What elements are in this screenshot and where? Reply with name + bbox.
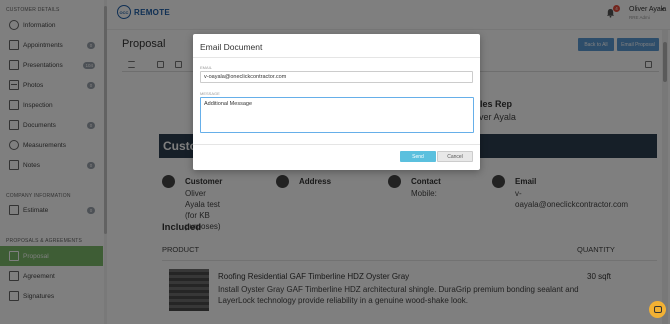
- divider: [193, 57, 480, 58]
- message-field[interactable]: Additional Message: [200, 97, 474, 133]
- email-document-modal: Email Document EMAIL MESSAGE Additional …: [193, 34, 480, 170]
- email-label: EMAIL: [200, 65, 213, 70]
- message-label: MESSAGE: [200, 91, 220, 96]
- send-button[interactable]: Send: [400, 151, 436, 162]
- cancel-button[interactable]: Cancel: [437, 151, 473, 162]
- divider: [193, 144, 480, 145]
- email-field[interactable]: [200, 71, 473, 83]
- chat-widget-button[interactable]: [649, 301, 666, 318]
- modal-title: Email Document: [200, 42, 263, 52]
- chat-icon: [653, 306, 662, 313]
